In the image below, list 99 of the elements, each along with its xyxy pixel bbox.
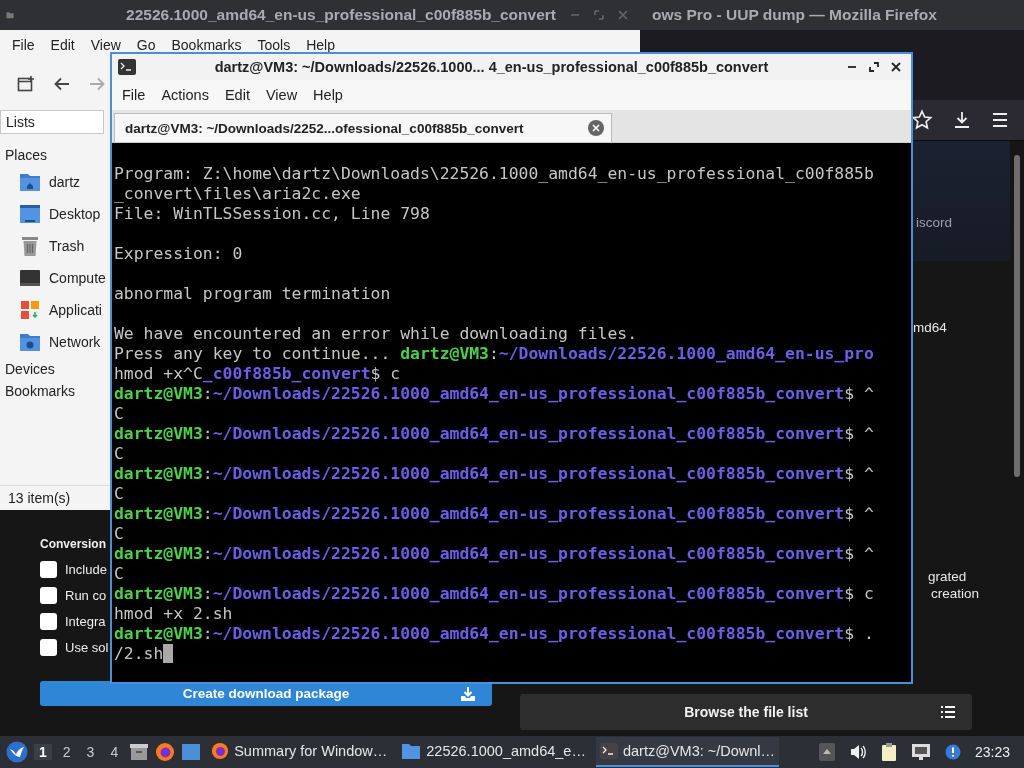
option-label: Use sol [65,640,109,655]
star-icon[interactable] [911,109,933,131]
sidebar-item[interactable]: Trash [49,238,85,254]
sidebar-item[interactable]: Compute [49,270,106,286]
close-tab-icon[interactable] [588,120,604,136]
workspace-button[interactable]: 3 [81,744,100,760]
terminal-line: C [114,484,124,504]
terminal-line: hmod +x 2.sh [114,604,233,624]
sidebar-item[interactable]: dartz [49,174,81,190]
terminal-line: dartz@VM3:~/Downloads/22526.1000_amd64_en-us_professional_c00f885b_convert$ . [114,624,874,644]
terminal-line: dartz@VM3:~/Downloads/22526.1000_amd64_en-us_professional_c00f885b_convert$ c [114,584,874,604]
terminal-tab[interactable]: dartz@VM3: ~/Downloads/2252...ofessional_c00f885b_convert [114,113,612,142]
sidebar-heading[interactable]: Devices [5,358,55,380]
checkbox[interactable] [40,587,57,604]
terminal-line: Program: Z:\home\dartz\Downloads\22526.1000_amd64_en-us_professional_c00f885b [114,164,874,184]
menu-item[interactable]: File [114,87,154,103]
menu-item[interactable]: Help [305,87,351,103]
file-cabinet-icon[interactable] [129,742,150,762]
terminal-line: dartz@VM3:~/Downloads/22526.1000_amd64_en-us_professional_c00f885b_convert$ ^ [114,544,874,564]
window-title: 22526.1000_amd64_en-us_professional_c00f885b_convert [126,6,556,24]
terminal-line: C [114,404,124,424]
terminal-icon [599,743,618,759]
applications-icon [19,300,41,320]
menu-item[interactable]: Edit [216,87,258,103]
close-icon[interactable] [891,62,901,72]
clipboard-icon[interactable] [880,742,897,762]
terminal-line: Expression: 0 [114,244,243,264]
sidebar-heading[interactable]: Bookmarks [5,380,76,402]
menu-item[interactable]: Help [298,37,343,53]
clock: 23:23 [974,744,1010,760]
sidebar-item[interactable]: Network [49,334,101,350]
network-icon[interactable] [910,743,931,761]
new-tab-icon[interactable] [17,75,35,93]
terminal-line: dartz@VM3:~/Downloads/22526.1000_amd64_en-us_professional_c00f885b_convert$ ^ [114,464,874,484]
menu-item[interactable]: View [82,37,129,53]
menu-item[interactable]: Go [128,37,164,53]
browser-icon [211,742,230,760]
folder-icon [401,742,422,760]
menu-item[interactable]: Actions [153,87,217,103]
terminal-icon [118,59,136,75]
menu-item[interactable]: Tools [249,37,299,53]
back-icon[interactable] [54,77,70,91]
page-text: md64 [913,320,947,335]
maximize-icon[interactable] [869,62,879,72]
terminal-line: dartz@VM3:~/Downloads/22526.1000_amd64_en-us_professional_c00f885b_convert$ ^ [114,384,874,404]
taskbar-button[interactable]: Summary for Window… [207,737,392,767]
taskbar-button[interactable]: dartz@VM3: ~/Downl… [595,737,780,767]
status-text: 13 item(s) [8,490,71,506]
scrollbar[interactable] [1014,155,1020,477]
terminal-line: dartz@VM3:~/Downloads/22526.1000_amd64_en-us_professional_c00f885b_convert$ ^ [114,504,874,524]
checkbox[interactable] [40,613,57,630]
terminal-line: File: WinTLSSession.cc, Line 798 [114,204,430,224]
page-text: grated [928,569,967,584]
view-select[interactable]: Lists [0,110,104,134]
workspace-button[interactable]: 4 [105,744,124,760]
menu-item[interactable]: Bookmarks [163,37,250,53]
terminal-line: Press any key to continue... dartz@VM3:~/Downloads/22526.1000_amd64_en-us_pro [114,344,874,364]
terminal-line: dartz@VM3:~/Downloads/22526.1000_amd64_en-us_professional_c00f885b_convert$ ^ [114,424,874,444]
computer-icon [19,269,41,287]
trash-icon [19,235,41,257]
terminal-line: C [114,564,124,584]
sidebar-heading[interactable]: Places [5,144,48,166]
workspace-button[interactable]: 2 [57,744,76,760]
terminal-line: abnormal program termination [114,284,391,304]
terminal-line: C [114,524,124,544]
network-folder-icon [19,332,41,352]
terminal-line: C [114,444,124,464]
checkbox[interactable] [40,639,57,656]
terminal-line: We have encountered an error while downloading files. [114,324,637,344]
option-label: Run co [65,588,107,603]
window-title: dartz@VM3: ~/Downloads/22526.1000... 4_en-us_professional_c00f885b_convert [213,59,770,75]
page-text: iscord [916,215,952,230]
taskbar-button[interactable]: 22526.1000_amd64_e… [397,737,590,767]
terminal-line: hmod +x^C_c00f885b_convert$ c [114,364,401,384]
option-label: Integra [65,614,106,629]
desktop-icon [19,204,41,224]
window-icon[interactable] [181,743,202,761]
menu-item[interactable]: View [257,87,306,103]
checkbox[interactable] [40,561,57,578]
menu-icon[interactable] [991,112,1009,128]
download-icon [460,685,476,702]
browser-icon[interactable] [155,742,176,762]
terminal-line: /2.sh [114,644,164,664]
speaker-icon[interactable] [848,743,867,761]
list-icon [940,705,956,719]
option-label: Include [65,562,107,577]
notification-icon[interactable] [944,744,961,760]
sidebar-item[interactable]: Desktop [49,206,101,222]
browse-files-button[interactable]: Browse the file list [520,694,972,730]
terminal-line: _convert\files\aria2c.exe [114,184,361,204]
workspace-button[interactable]: 1 [34,744,52,760]
window-title: ows Pro - UUP dump — Mozilla Firefox [652,6,937,24]
menu-item[interactable]: Edit [42,37,83,53]
page-text: creation [931,586,980,601]
section-label: Conversion [40,537,107,551]
sidebar-item[interactable]: Applicati [49,302,102,318]
menu-item[interactable]: File [4,37,43,53]
download-icon[interactable] [952,110,972,130]
home-folder-icon [19,172,41,192]
